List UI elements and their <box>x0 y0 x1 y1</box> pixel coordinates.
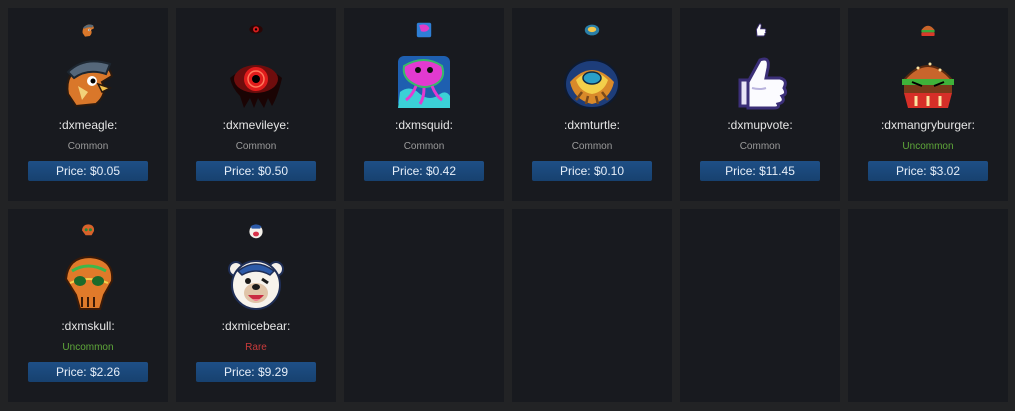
turtle-icon <box>583 21 601 39</box>
empty-slot <box>344 209 504 402</box>
item-name: :dxmicebear: <box>221 319 291 333</box>
emoticon-grid: :dxmeagle: Common Price: $0.05 :dxmevile… <box>8 8 1008 402</box>
price-button[interactable]: Price: $9.29 <box>196 362 316 382</box>
item-card[interactable]: :dxmupvote: Common Price: $11.45 <box>680 8 840 201</box>
item-rarity: Common <box>403 141 445 152</box>
item-rarity: Uncommon <box>902 141 954 152</box>
item-name: :dxmturtle: <box>563 118 620 132</box>
item-rarity: Rare <box>245 342 267 353</box>
item-card[interactable]: :dxmicebear: Rare Price: $9.29 <box>176 209 336 402</box>
thumbs-up-icon <box>751 21 769 39</box>
turtle-icon <box>562 52 622 112</box>
squid-icon <box>415 21 433 39</box>
item-rarity: Common <box>571 141 613 152</box>
ice-bear-icon <box>226 253 286 313</box>
item-rarity: Uncommon <box>62 342 114 353</box>
empty-slot <box>680 209 840 402</box>
item-rarity: Common <box>235 141 277 152</box>
evil-eye-icon <box>226 52 286 112</box>
item-name: :dxmupvote: <box>727 118 793 132</box>
ice-bear-icon <box>247 222 265 240</box>
price-button[interactable]: Price: $0.05 <box>28 161 148 181</box>
item-name: :dxmeagle: <box>58 118 118 132</box>
eagle-icon <box>58 52 118 112</box>
skull-icon <box>79 222 97 240</box>
item-name: :dxmsquid: <box>394 118 454 132</box>
price-button[interactable]: Price: $0.10 <box>532 161 652 181</box>
price-button[interactable]: Price: $2.26 <box>28 362 148 382</box>
item-card[interactable]: :dxmskull: Uncommon Price: $2.26 <box>8 209 168 402</box>
price-button[interactable]: Price: $0.50 <box>196 161 316 181</box>
skull-icon <box>58 253 118 313</box>
eagle-icon <box>79 21 97 39</box>
squid-icon <box>394 52 454 112</box>
item-name: :dxmangryburger: <box>880 118 976 132</box>
item-name: :dxmevileye: <box>222 118 290 132</box>
item-card[interactable]: :dxmsquid: Common Price: $0.42 <box>344 8 504 201</box>
angry-burger-icon <box>919 21 937 39</box>
price-button[interactable]: Price: $11.45 <box>700 161 820 181</box>
item-card[interactable]: :dxmeagle: Common Price: $0.05 <box>8 8 168 201</box>
angry-burger-icon <box>898 52 958 112</box>
evil-eye-icon <box>247 21 265 39</box>
price-button[interactable]: Price: $3.02 <box>868 161 988 181</box>
item-card[interactable]: :dxmangryburger: Uncommon Price: $3.02 <box>848 8 1008 201</box>
item-rarity: Common <box>67 141 109 152</box>
item-rarity: Common <box>739 141 781 152</box>
empty-slot <box>848 209 1008 402</box>
item-card[interactable]: :dxmevileye: Common Price: $0.50 <box>176 8 336 201</box>
empty-slot <box>512 209 672 402</box>
thumbs-up-icon <box>730 52 790 112</box>
item-name: :dxmskull: <box>61 319 115 333</box>
item-card[interactable]: :dxmturtle: Common Price: $0.10 <box>512 8 672 201</box>
price-button[interactable]: Price: $0.42 <box>364 161 484 181</box>
